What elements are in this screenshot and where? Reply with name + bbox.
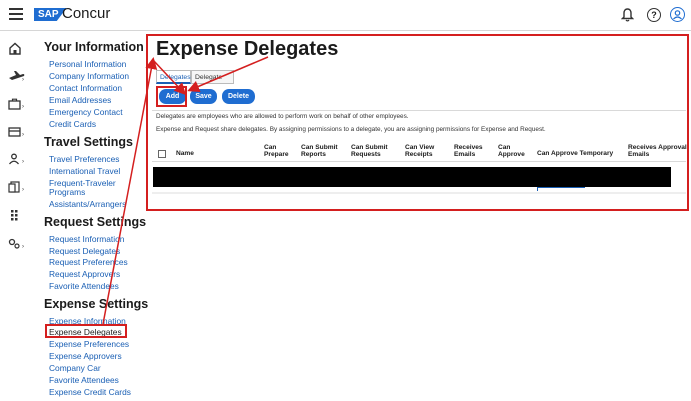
- link-emergency-contact[interactable]: Emergency Contact: [49, 107, 123, 117]
- link-contact-information[interactable]: Contact Information: [49, 83, 122, 93]
- link-expense-approvers[interactable]: Expense Approvers: [49, 351, 122, 361]
- svg-text:›: ›: [22, 159, 24, 165]
- annotation-box-main-panel: [146, 34, 689, 211]
- link-credit-cards[interactable]: Credit Cards: [49, 119, 96, 129]
- link-expense-preferences[interactable]: Expense Preferences: [49, 339, 129, 349]
- settings-sidebar: Your Information Personal Information Co…: [34, 31, 148, 401]
- bell-icon[interactable]: [620, 8, 635, 22]
- card-icon[interactable]: ›: [8, 126, 26, 140]
- heading-request-settings: Request Settings: [44, 215, 147, 229]
- annotation-box-expense-delegates: [45, 324, 127, 338]
- user-icon[interactable]: [670, 7, 686, 22]
- heading-your-information: Your Information: [44, 40, 144, 54]
- svg-text:›: ›: [22, 77, 24, 82]
- link-request-preferences[interactable]: Request Preferences: [49, 257, 128, 267]
- settings-icon[interactable]: ›: [8, 238, 26, 252]
- link-assistants-arrangers[interactable]: Assistants/Arrangers: [49, 199, 126, 209]
- flight-icon[interactable]: ›: [8, 70, 26, 84]
- link-international-travel[interactable]: International Travel: [49, 166, 120, 176]
- home-icon[interactable]: [8, 42, 26, 56]
- link-personal-information[interactable]: Personal Information: [49, 59, 126, 69]
- link-expense-favorite-attendees[interactable]: Favorite Attendees: [49, 375, 119, 385]
- svg-text:›: ›: [22, 132, 24, 138]
- link-travel-preferences[interactable]: Travel Preferences: [49, 154, 119, 164]
- link-request-delegates[interactable]: Request Delegates: [49, 246, 120, 256]
- svg-text:›: ›: [22, 244, 24, 250]
- people-icon[interactable]: ›: [8, 153, 26, 167]
- heading-expense-settings: Expense Settings: [44, 297, 149, 311]
- help-glyph: ?: [647, 8, 661, 22]
- heading-travel-settings: Travel Settings: [44, 135, 133, 149]
- svg-text:›: ›: [22, 187, 24, 193]
- grid-icon[interactable]: [8, 209, 26, 223]
- svg-text:›: ›: [22, 104, 24, 110]
- annotation-box-add-button: [156, 86, 187, 107]
- link-request-approvers[interactable]: Request Approvers: [49, 269, 120, 279]
- hamburger-menu-icon[interactable]: [9, 8, 23, 20]
- briefcase-icon[interactable]: ›: [8, 98, 26, 112]
- link-expense-credit-cards[interactable]: Expense Credit Cards: [49, 387, 131, 397]
- link-request-favorite-attendees[interactable]: Favorite Attendees: [49, 281, 119, 291]
- help-icon[interactable]: ?: [647, 8, 661, 22]
- brand-name[interactable]: Concur: [62, 5, 110, 22]
- link-frequent-traveler-programs[interactable]: Programs: [49, 187, 85, 197]
- left-icon-rail: › › › › › ›: [0, 31, 35, 401]
- link-company-car[interactable]: Company Car: [49, 363, 101, 373]
- link-company-information[interactable]: Company Information: [49, 71, 129, 81]
- top-bar: SAP Concur ?: [0, 0, 691, 31]
- documents-icon[interactable]: ›: [8, 181, 26, 195]
- link-email-addresses[interactable]: Email Addresses: [49, 95, 111, 105]
- link-request-information[interactable]: Request Information: [49, 234, 124, 244]
